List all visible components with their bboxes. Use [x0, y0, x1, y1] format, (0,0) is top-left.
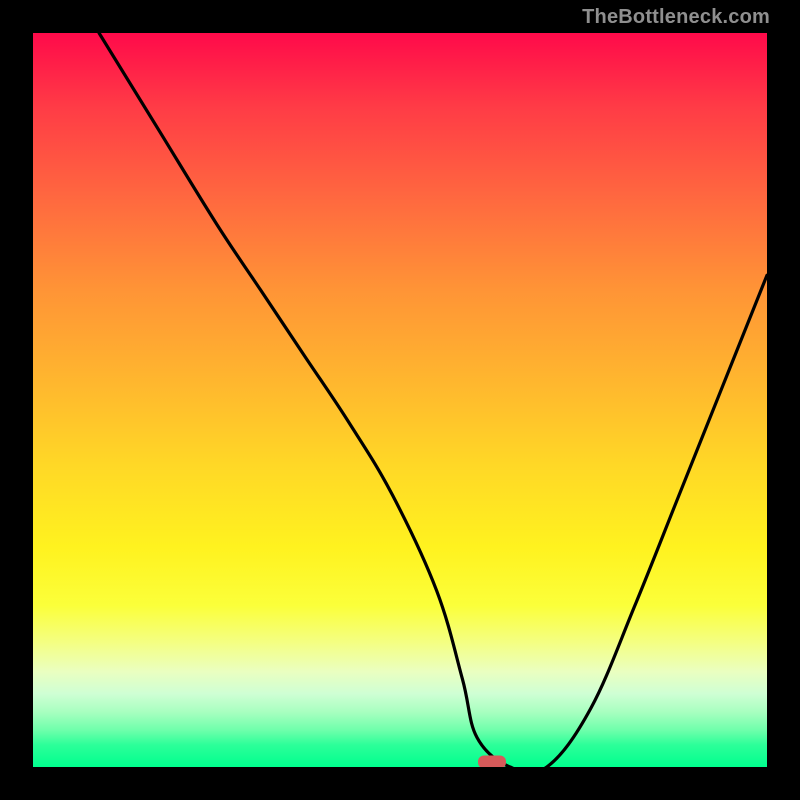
watermark-text: TheBottleneck.com [582, 6, 770, 29]
chart-container: TheBottleneck.com [0, 0, 800, 800]
plot-area [33, 33, 767, 767]
heatmap-gradient [33, 33, 767, 767]
bottleneck-marker [478, 755, 506, 767]
